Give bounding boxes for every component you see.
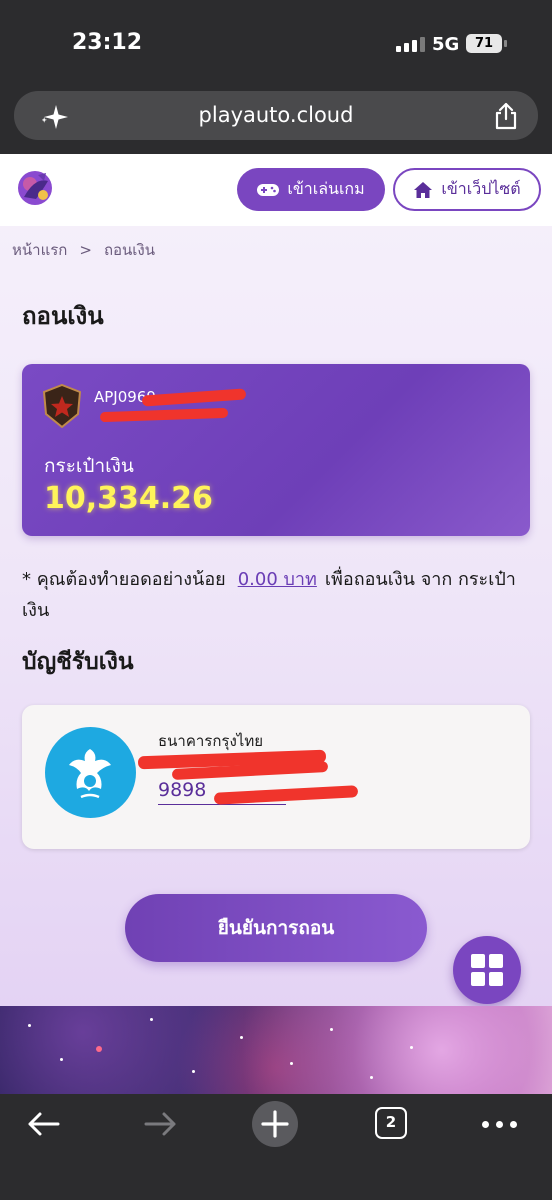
site-logo[interactable] (16, 169, 54, 207)
visit-website-button[interactable]: เข้าเว็ปไซต์ (393, 168, 541, 211)
visit-website-label: เข้าเว็ปไซต์ (441, 179, 521, 198)
page-title: ถอนเงิน (22, 302, 104, 330)
star (290, 1062, 293, 1065)
grid-icon (471, 954, 485, 968)
battery-icon: 71 (466, 34, 507, 53)
wallet-card: APJ0969 กระเป๋าเงิน 10,334.26 (22, 364, 530, 536)
play-game-label: เข้าเล่นเกม (287, 179, 365, 198)
address-bar[interactable]: playauto.cloud (14, 91, 538, 140)
wallet-balance: 10,334.26 (44, 481, 213, 516)
confirm-withdraw-button[interactable]: ยืนยันการถอน (125, 894, 427, 962)
krungthai-bank-logo (45, 727, 136, 818)
star (28, 1024, 31, 1027)
garuda-icon (69, 749, 111, 799)
breadcrumb-home[interactable]: หน้าแรก (12, 241, 67, 259)
more-options-icon[interactable] (482, 1121, 517, 1128)
browser-toolbar: 2 (0, 1094, 552, 1200)
grid-icon (489, 972, 503, 986)
breadcrumb: หน้าแรก > ถอนเงิน (12, 238, 167, 262)
star (150, 1018, 153, 1021)
redaction-mark (99, 407, 229, 423)
notice-prefix: * คุณต้องทำยอดอย่างน้อย (22, 569, 226, 590)
redaction-mark (141, 388, 247, 407)
signal-icon (396, 36, 425, 52)
back-arrow-icon[interactable] (26, 1106, 62, 1142)
turnover-notice: * คุณต้องทำยอดอย่างน้อย 0.00 บาท เพื่อถอนเ… (22, 564, 532, 626)
wallet-label: กระเป๋าเงิน (44, 455, 134, 477)
star (96, 1046, 102, 1052)
grid-icon (471, 972, 485, 986)
status-bar: 23:12 5G 71 (0, 0, 552, 88)
site-header: เข้าเล่นเกม เข้าเว็ปไซต์ (0, 154, 552, 226)
status-time: 23:12 (72, 30, 143, 55)
network-type: 5G (432, 34, 460, 55)
new-tab-button[interactable] (252, 1101, 298, 1147)
gamepad-icon (257, 183, 280, 196)
forward-arrow-icon[interactable] (142, 1106, 178, 1142)
galaxy-banner (0, 1006, 552, 1094)
star (410, 1046, 413, 1049)
tab-count-button[interactable]: 2 (375, 1107, 407, 1139)
home-icon (414, 181, 433, 198)
star (240, 1036, 243, 1039)
share-icon[interactable] (494, 102, 518, 130)
star (370, 1076, 373, 1079)
play-game-button[interactable]: เข้าเล่นเกม (237, 168, 385, 211)
grid-icon (489, 954, 503, 968)
star (60, 1058, 63, 1061)
rank-badge-icon (42, 384, 82, 428)
star (330, 1028, 333, 1031)
star (192, 1070, 195, 1073)
plus-icon (261, 1110, 289, 1138)
web-page: เข้าเล่นเกม เข้าเว็ปไซต์ หน้าแรก > ถอนเงิน… (0, 154, 552, 1006)
breadcrumb-current: ถอนเงิน (103, 241, 156, 259)
breadcrumb-separator: > (79, 241, 92, 259)
receiving-account-title: บัญชีรับเงิน (22, 649, 134, 675)
bank-account-card[interactable]: ธนาคารกรุงไทย 9898 (22, 705, 530, 849)
required-amount[interactable]: 0.00 บาท (238, 569, 317, 590)
menu-grid-button[interactable] (453, 936, 521, 1004)
url-text[interactable]: playauto.cloud (14, 103, 538, 127)
bank-name: ธนาคารกรุงไทย (158, 732, 264, 750)
